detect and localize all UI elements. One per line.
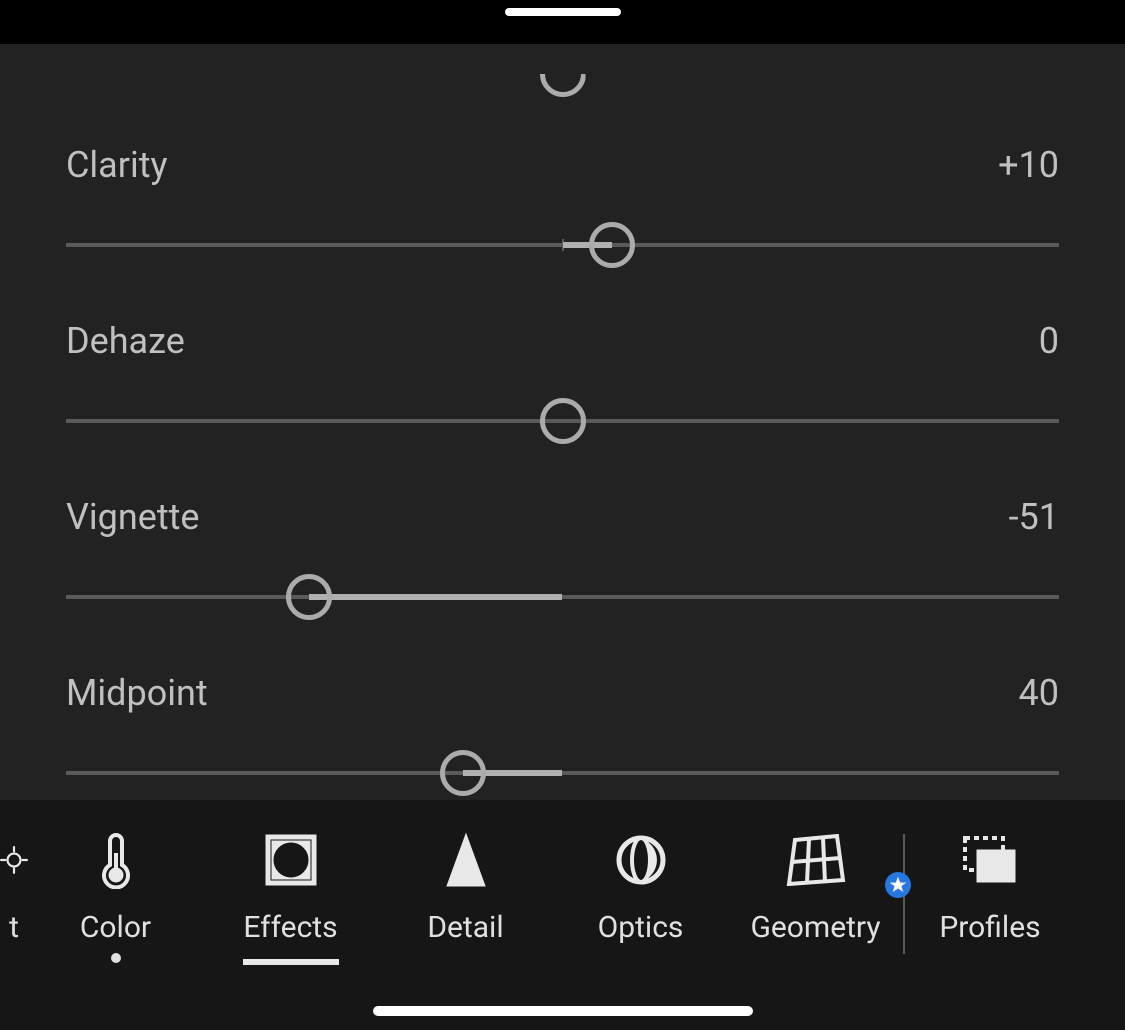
edit-tab-bar: t Color: [0, 800, 1125, 1030]
slider-thumb-icon[interactable]: [540, 51, 586, 97]
sheet-header: [0, 0, 1125, 44]
slider-texture-partial[interactable]: [66, 44, 1059, 104]
vignette-square-icon: [203, 828, 378, 892]
tab-color[interactable]: Color: [28, 828, 203, 945]
slider-value: -51: [1009, 496, 1059, 538]
slider-fill: [309, 594, 562, 600]
slider-label: Clarity: [66, 144, 168, 186]
slider-midpoint[interactable]: Midpoint 40: [66, 672, 1059, 796]
tab-label: t: [0, 910, 28, 945]
slider-clarity[interactable]: Clarity +10: [66, 144, 1059, 268]
slider-dehaze[interactable]: Dehaze 0: [66, 320, 1059, 444]
slider-list: Clarity +10 Dehaze 0: [66, 44, 1059, 796]
slider-thumb-icon[interactable]: [440, 750, 486, 796]
tab-effects[interactable]: Effects: [203, 828, 378, 965]
slider-vignette[interactable]: Vignette -51: [66, 496, 1059, 620]
light-icon: [0, 828, 28, 892]
effects-panel: Clarity +10 Dehaze 0: [0, 44, 1125, 1030]
tab-label: Profiles: [905, 910, 1075, 945]
modified-dot-icon: [111, 953, 121, 963]
home-indicator-icon[interactable]: [373, 1006, 753, 1016]
tab-optics[interactable]: Optics: [553, 828, 728, 945]
slider-value: +10: [998, 144, 1059, 186]
thermometer-icon: [28, 828, 203, 892]
slider-label: Vignette: [66, 496, 200, 538]
slider-thumb-icon[interactable]: [589, 222, 635, 268]
tab-light[interactable]: t: [0, 828, 28, 945]
tab-profiles[interactable]: Profiles: [905, 828, 1075, 945]
slider-label: Midpoint: [66, 672, 208, 714]
slider-track[interactable]: [66, 750, 1059, 796]
tab-detail[interactable]: Detail: [378, 828, 553, 945]
slider-track[interactable]: [66, 222, 1059, 268]
lens-icon: [553, 828, 728, 892]
tab-label: Detail: [378, 910, 553, 945]
slider-thumb-icon[interactable]: [540, 398, 586, 444]
slider-track[interactable]: [66, 398, 1059, 444]
tab-geometry[interactable]: Geometry: [728, 828, 903, 945]
tab-label: Effects: [203, 910, 378, 965]
triangle-icon: [378, 828, 553, 892]
drag-handle-icon[interactable]: [505, 8, 621, 16]
slider-label: Dehaze: [66, 320, 185, 362]
slider-value: 0: [1039, 320, 1059, 362]
tab-label: Optics: [553, 910, 728, 945]
slider-value: 40: [1019, 672, 1059, 714]
tab-label: Color: [28, 910, 203, 945]
tab-strip[interactable]: t Color: [0, 828, 1125, 978]
slider-thumb-icon[interactable]: [286, 574, 332, 620]
slider-track[interactable]: [66, 574, 1059, 620]
perspective-grid-icon: [728, 828, 903, 892]
profiles-stack-icon: [905, 828, 1075, 892]
tab-label: Geometry: [728, 910, 903, 945]
